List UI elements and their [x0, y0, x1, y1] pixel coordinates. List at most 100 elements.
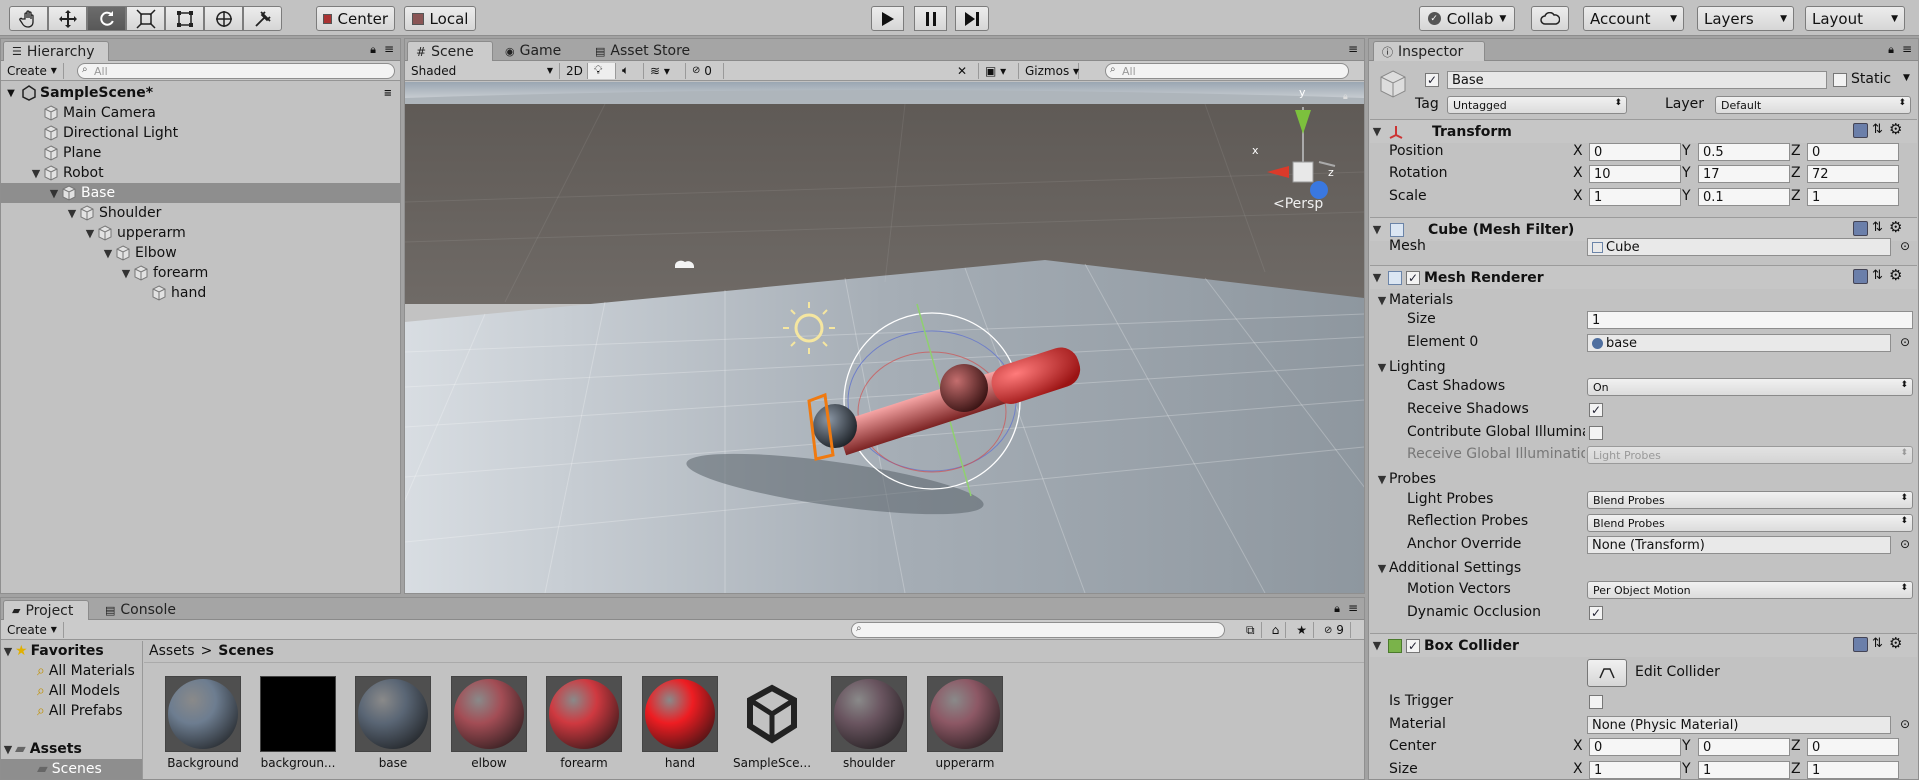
anchor-override-field[interactable]: None (Transform) [1587, 536, 1891, 554]
tab-hierarchy[interactable]: ☰ Hierarchy [3, 41, 109, 61]
lock-icon[interactable]: 🔒︎ [370, 43, 376, 57]
hierarchy-item[interactable]: ▼ forearm [1, 263, 400, 283]
mesh-object-field[interactable]: Cube [1587, 238, 1891, 256]
scene-row[interactable]: ▼ SampleScene* ≡ [1, 83, 400, 103]
mesh-renderer-enabled-checkbox[interactable]: ✓ [1406, 270, 1420, 285]
object-name-field[interactable]: Base [1447, 71, 1827, 89]
materials-size-field[interactable]: 1 [1587, 311, 1913, 329]
breadcrumb-scenes[interactable]: Scenes [218, 643, 274, 659]
hierarchy-item[interactable]: ▼ Shoulder [1, 203, 400, 223]
object-picker-icon[interactable]: ⊙ [1900, 537, 1910, 551]
lock-icon[interactable]: 🔒︎ [1343, 92, 1348, 102]
custom-tool-icon[interactable] [243, 6, 282, 31]
expand-arrow-icon[interactable]: ▼ [101, 247, 115, 260]
panel-menu-icon[interactable]: ≡ [1902, 42, 1912, 56]
tab-scene[interactable]: # Scene [407, 41, 493, 61]
layers-dropdown[interactable]: Layers ▼ [1697, 6, 1794, 31]
help-book-icon[interactable] [1853, 123, 1868, 138]
favorites-row[interactable]: ▼ ★ Favorites [1, 641, 142, 661]
expand-arrow-icon[interactable]: ▼ [1, 743, 15, 756]
asset-item[interactable]: hand [640, 676, 720, 770]
receive-shadows-checkbox[interactable]: ✓ [1589, 403, 1603, 417]
transform-header[interactable]: ▼ Transform [1370, 119, 1917, 143]
lock-icon[interactable]: 🔒︎ [1888, 43, 1894, 57]
position-z-field[interactable]: 0 [1807, 143, 1899, 161]
expand-arrow-icon[interactable]: ▼ [83, 227, 97, 240]
expand-arrow-icon[interactable]: ▼ [1370, 125, 1384, 138]
expand-arrow-icon[interactable]: ▼ [29, 167, 43, 180]
expand-arrow-icon[interactable]: ▼ [1370, 639, 1384, 652]
account-dropdown[interactable]: Account ▼ [1583, 6, 1684, 31]
rotate-tool-icon[interactable] [87, 6, 126, 31]
pivot-center-button[interactable]: Center [316, 6, 395, 31]
scale-z-field[interactable]: 1 [1807, 188, 1899, 206]
probes-foldout[interactable]: ▼ Probes [1369, 468, 1918, 490]
move-tool-icon[interactable] [48, 6, 87, 31]
hand-tool-icon[interactable] [9, 6, 48, 31]
create-dropdown[interactable]: Create ▼ [1, 62, 64, 79]
expand-arrow-icon[interactable]: ▼ [47, 187, 61, 200]
tab-inspector[interactable]: ⓘ Inspector [1373, 41, 1485, 61]
hierarchy-search-input[interactable]: ⌕ All [77, 63, 395, 79]
position-y-field[interactable]: 0.5 [1698, 143, 1790, 161]
favorite-item[interactable]: ⌕ All Materials [1, 661, 142, 681]
contribute-gi-checkbox[interactable] [1589, 426, 1603, 440]
collab-dropdown[interactable]: ✓ Collab ▼ [1419, 6, 1515, 31]
scale-y-field[interactable]: 0.1 [1698, 188, 1790, 206]
dynamic-occlusion-checkbox[interactable]: ✓ [1589, 606, 1603, 620]
object-picker-icon[interactable]: ⊙ [1900, 335, 1910, 349]
gizmos-dropdown[interactable]: Gizmos ▼ [1019, 63, 1079, 79]
rect-tool-icon[interactable] [165, 6, 204, 31]
lighting-foldout[interactable]: ▼ Lighting [1369, 356, 1918, 378]
tab-game[interactable]: ◉ Game [497, 41, 569, 61]
size-z-field[interactable]: 1 [1807, 761, 1899, 779]
expand-arrow-icon[interactable]: ▼ [1375, 294, 1389, 307]
panel-menu-icon[interactable]: ≡ [1348, 601, 1358, 615]
rotation-z-field[interactable]: 72 [1807, 165, 1899, 183]
cast-shadows-dropdown[interactable]: On ⬍ [1587, 378, 1913, 396]
asset-item[interactable]: elbow [449, 676, 529, 770]
filter-type-icon[interactable]: ⧉ [1240, 622, 1262, 638]
persp-toggle[interactable]: <Persp [1273, 196, 1323, 212]
light-probes-dropdown[interactable]: Blend Probes ⬍ [1587, 491, 1913, 509]
center-y-field[interactable]: 0 [1698, 738, 1790, 756]
hidden-count-toggle[interactable]: ⊘ 9 [1318, 622, 1351, 638]
gear-icon[interactable]: ⚙ [1889, 218, 1902, 236]
rotation-y-field[interactable]: 17 [1698, 165, 1790, 183]
expand-arrow-icon[interactable]: ▼ [1375, 361, 1389, 374]
asset-item[interactable]: backgroun... [258, 676, 338, 770]
scale-tool-icon[interactable] [126, 6, 165, 31]
size-x-field[interactable]: 1 [1589, 761, 1681, 779]
audio-toggle-icon[interactable]: 🔈︎ [616, 62, 644, 79]
hierarchy-item[interactable]: hand [1, 283, 400, 303]
asset-item[interactable]: SampleSce... [732, 676, 812, 770]
box-collider-enabled-checkbox[interactable]: ✓ [1406, 638, 1420, 653]
favorite-item[interactable]: ⌕ All Prefabs [1, 701, 142, 721]
lock-icon[interactable]: 🔒︎ [1334, 602, 1340, 616]
edit-collider-button[interactable] [1587, 659, 1627, 687]
static-checkbox[interactable] [1833, 73, 1847, 87]
position-x-field[interactable]: 0 [1589, 143, 1681, 161]
preset-icon[interactable]: ⇅ [1872, 220, 1883, 235]
expand-arrow-icon[interactable]: ▼ [65, 207, 79, 220]
scale-x-field[interactable]: 1 [1589, 188, 1681, 206]
hierarchy-item[interactable]: ▼ Robot [1, 163, 400, 183]
active-checkbox[interactable]: ✓ [1425, 73, 1439, 87]
hierarchy-item[interactable]: Directional Light [1, 123, 400, 143]
materials-foldout[interactable]: ▼ Materials [1369, 289, 1918, 311]
hierarchy-item[interactable]: Main Camera [1, 103, 400, 123]
asset-item[interactable]: base [353, 676, 433, 770]
favorite-star-icon[interactable]: ★ [1290, 622, 1314, 638]
preset-icon[interactable]: ⇅ [1872, 122, 1883, 137]
breadcrumb-assets[interactable]: Assets [149, 643, 195, 659]
tab-project[interactable]: ▰ Project [3, 600, 89, 620]
size-y-field[interactable]: 1 [1698, 761, 1790, 779]
asset-item[interactable]: shoulder [829, 676, 909, 770]
help-book-icon[interactable] [1853, 637, 1868, 652]
gear-icon[interactable]: ⚙ [1889, 120, 1902, 138]
asset-item[interactable]: upperarm [925, 676, 1005, 770]
asset-item[interactable]: forearm [544, 676, 624, 770]
lighting-toggle-icon[interactable]: 💡︎ [588, 62, 616, 79]
expand-arrow-icon[interactable]: ▼ [1370, 271, 1384, 284]
shading-mode-dropdown[interactable]: Shaded ▼ [405, 62, 560, 79]
